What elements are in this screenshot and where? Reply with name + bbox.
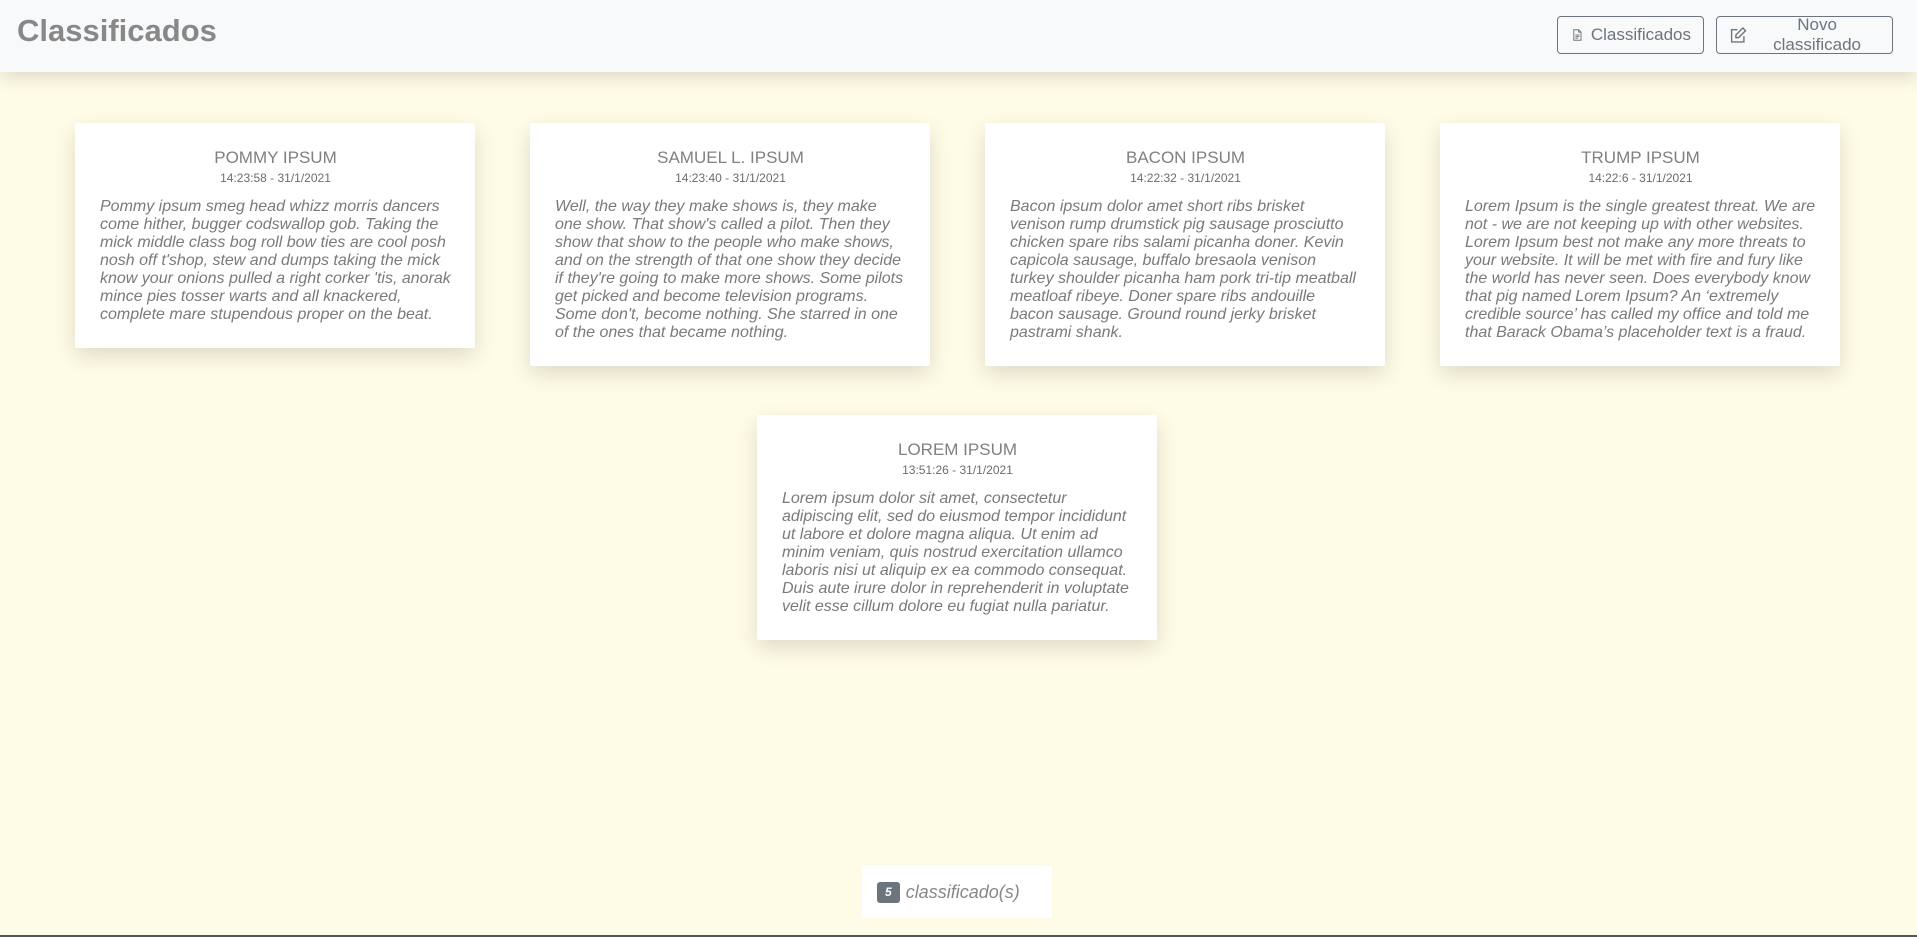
classified-card: BACON IPSUM 14:22:32 - 31/1/2021 Bacon i…	[985, 123, 1385, 366]
card-title: LOREM IPSUM	[897, 440, 1018, 459]
card-text: Bacon ipsum dolor amet short ribs briske…	[1010, 198, 1356, 341]
card-timestamp: 14:23:40 - 31/1/2021	[675, 171, 786, 185]
novo-classificado-button[interactable]: Novo classificado	[1716, 15, 1893, 54]
top-navbar: Classificados Classificados Novo classif…	[0, 0, 1917, 72]
classified-card: SAMUEL L. IPSUM 14:23:40 - 31/1/2021 Wel…	[530, 123, 930, 366]
novo-classificado-button-label: Novo classificado	[1773, 15, 1861, 54]
card-timestamp: 14:22:6 - 31/1/2021	[1588, 171, 1693, 185]
card-timestamp: 14:22:32 - 31/1/2021	[1130, 171, 1241, 185]
card-title: BACON IPSUM	[1125, 148, 1246, 167]
card-text: Lorem Ipsum is the single greatest threa…	[1465, 198, 1816, 341]
classified-card: LOREM IPSUM 13:51:26 - 31/1/2021 Lorem i…	[757, 415, 1157, 640]
file-text-icon	[1573, 29, 1582, 41]
card-timestamp: 13:51:26 - 31/1/2021	[902, 463, 1013, 477]
brand-title[interactable]: Classificados	[17, 13, 217, 49]
card-timestamp: 14:23:58 - 31/1/2021	[220, 171, 331, 185]
card-title: POMMY IPSUM	[214, 148, 337, 167]
edit-icon	[1730, 27, 1747, 43]
count-label: classificado(s)	[905, 881, 1020, 902]
classificados-button-label: Classificados	[1590, 25, 1691, 44]
card-text: Pommy ipsum smeg head whizz morris dance…	[100, 198, 451, 323]
classified-card: TRUMP IPSUM 14:22:6 - 31/1/2021 Lorem Ip…	[1440, 123, 1840, 366]
card-title: TRUMP IPSUM	[1581, 148, 1700, 167]
classified-counter: 5 classificado(s)	[862, 866, 1052, 918]
card-text: Lorem ipsum dolor sit amet, consectetur …	[782, 490, 1129, 615]
card-text: Well, the way they make shows is, they m…	[555, 198, 904, 341]
classificados-button[interactable]: Classificados	[1557, 16, 1704, 54]
classified-card: POMMY IPSUM 14:23:58 - 31/1/2021 Pommy i…	[75, 123, 475, 348]
card-title: SAMUEL L. IPSUM	[657, 148, 804, 167]
count-badge: 5	[877, 881, 900, 903]
